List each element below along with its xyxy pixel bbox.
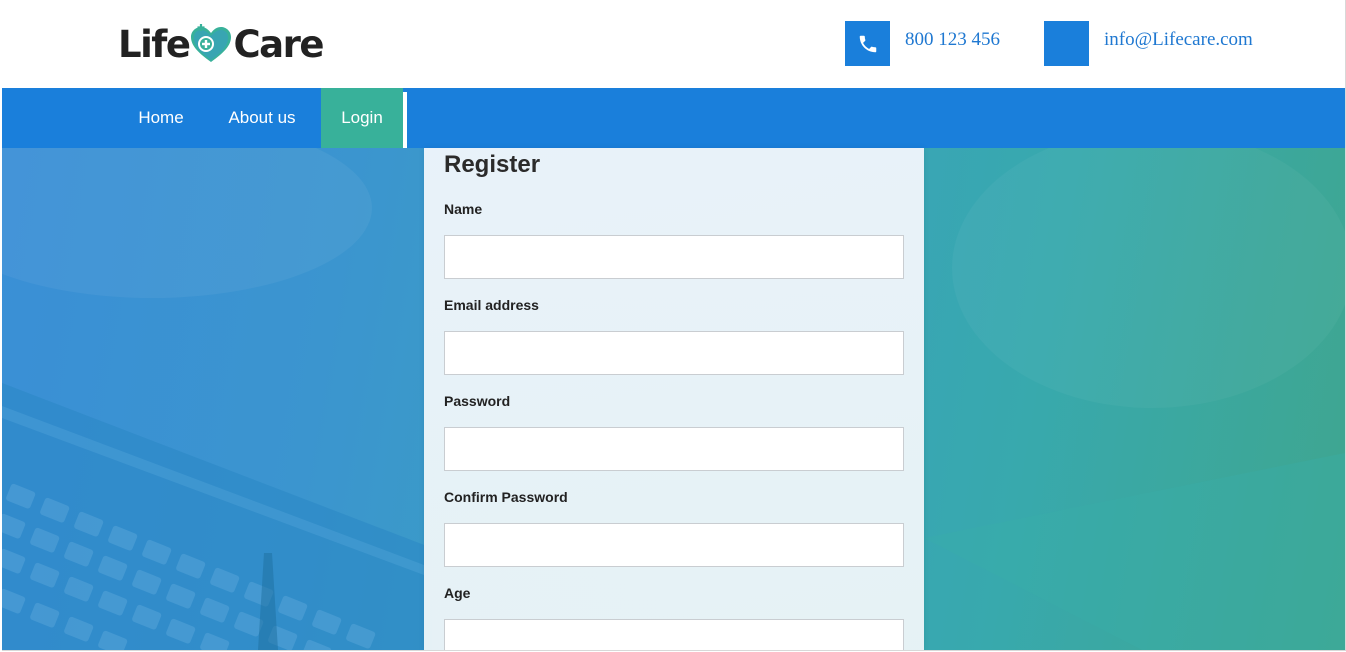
logo-text-care: Care <box>233 23 324 66</box>
nav-home[interactable]: Home <box>122 88 200 148</box>
register-title: Register <box>444 151 541 178</box>
register-card: Register Name Email address Password Con… <box>424 148 924 650</box>
email-input[interactable] <box>444 331 904 375</box>
phone-icon-box <box>845 21 890 66</box>
heart-cross-logo-icon <box>191 24 232 62</box>
name-input[interactable] <box>444 235 904 279</box>
password-label: Password <box>444 393 511 409</box>
email-label: Email address <box>444 297 539 313</box>
confirm-password-input[interactable] <box>444 523 904 567</box>
email-icon-box <box>1044 21 1089 66</box>
email-link[interactable]: info@Lifecare.com <box>1104 29 1253 51</box>
lifecare-logo[interactable]: Life Care <box>118 22 324 68</box>
name-label: Name <box>444 201 483 217</box>
password-input[interactable] <box>444 427 904 471</box>
logo-text-life: Life <box>118 23 191 66</box>
phone-number-link[interactable]: 800 123 456 <box>905 29 1000 51</box>
age-input[interactable] <box>444 619 904 650</box>
site-header: Life Care 800 123 456 info@Lifecare.com <box>2 0 1345 88</box>
page: Life Care 800 123 456 info@Lifecare.com <box>2 0 1346 651</box>
phone-icon <box>859 35 876 52</box>
confirm-password-label: Confirm Password <box>444 489 568 505</box>
nav-about-us[interactable]: About us <box>210 88 314 148</box>
nav-login[interactable]: Login <box>321 88 403 148</box>
main-nav: Home About us Login <box>2 88 1345 148</box>
age-label: Age <box>444 585 471 601</box>
